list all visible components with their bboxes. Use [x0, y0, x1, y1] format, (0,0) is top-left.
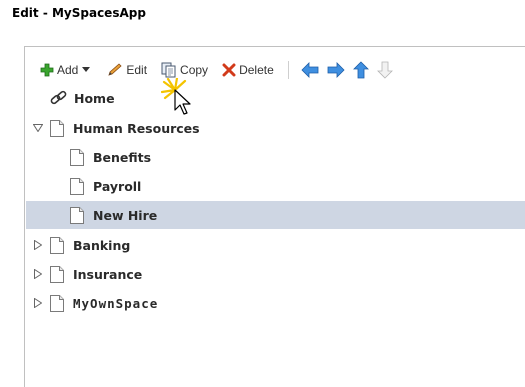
document-icon — [50, 119, 64, 137]
pencil-icon — [108, 63, 122, 76]
tree-item-label: Payroll — [93, 178, 142, 194]
tree-item-label: MyOwnSpace — [73, 295, 159, 311]
tree-item-label: Insurance — [73, 266, 143, 282]
edit-button[interactable]: Edit — [107, 63, 147, 77]
plus-icon — [40, 63, 54, 77]
tree-item-label: Banking — [73, 237, 131, 253]
tree-item-benefits[interactable]: Benefits — [26, 143, 525, 171]
edit-button-label: Edit — [126, 63, 148, 77]
tree-item-label: New Hire — [93, 207, 158, 223]
document-icon — [70, 177, 84, 195]
toolbar: Add Edit Copy Delete — [40, 60, 401, 80]
tree-item-myownspace[interactable]: MyOwnSpace — [26, 289, 525, 317]
arrow-right-icon — [327, 62, 345, 78]
expand-triangle-icon[interactable] — [32, 269, 44, 279]
add-button-label: Add — [57, 63, 79, 77]
tree-item-label: Home — [74, 90, 115, 106]
tree-item-payroll[interactable]: Payroll — [26, 172, 525, 200]
add-button[interactable]: Add — [40, 63, 93, 77]
move-left-button[interactable] — [301, 62, 319, 78]
expand-triangle-icon[interactable] — [32, 240, 44, 250]
link-icon — [50, 90, 67, 105]
page-title: Edit - MySpacesApp — [12, 6, 146, 20]
move-right-button[interactable] — [327, 62, 345, 78]
tree-item-insurance[interactable]: Insurance — [26, 260, 525, 288]
move-down-button[interactable] — [376, 61, 393, 79]
toolbar-divider — [287, 61, 289, 79]
tree-item-banking[interactable]: Banking — [26, 231, 525, 259]
tree-item-human-resources[interactable]: Human Resources — [26, 114, 525, 142]
copy-button[interactable]: Copy — [161, 62, 208, 78]
chevron-down-icon — [82, 67, 91, 72]
copy-icon — [161, 62, 176, 78]
arrow-down-icon — [376, 61, 393, 79]
document-icon — [70, 148, 84, 166]
arrow-left-icon — [301, 62, 319, 78]
copy-button-label: Copy — [180, 63, 209, 77]
mouse-cursor-icon — [161, 78, 191, 115]
tree-item-label: Human Resources — [73, 120, 200, 136]
arrow-up-icon — [352, 61, 369, 79]
expand-triangle-icon[interactable] — [32, 298, 44, 308]
document-icon — [50, 236, 64, 254]
tree-item-home[interactable]: Home — [26, 84, 525, 112]
document-icon — [70, 206, 84, 224]
tree-item-label: Benefits — [93, 149, 152, 165]
tree-item-new-hire[interactable]: New Hire — [26, 201, 525, 229]
document-icon — [50, 294, 64, 312]
collapse-triangle-icon[interactable] — [32, 124, 44, 132]
document-icon — [50, 265, 64, 283]
delete-x-icon — [222, 63, 236, 77]
delete-button-label: Delete — [239, 63, 274, 77]
move-up-button[interactable] — [352, 61, 369, 79]
delete-button[interactable]: Delete — [222, 63, 274, 77]
